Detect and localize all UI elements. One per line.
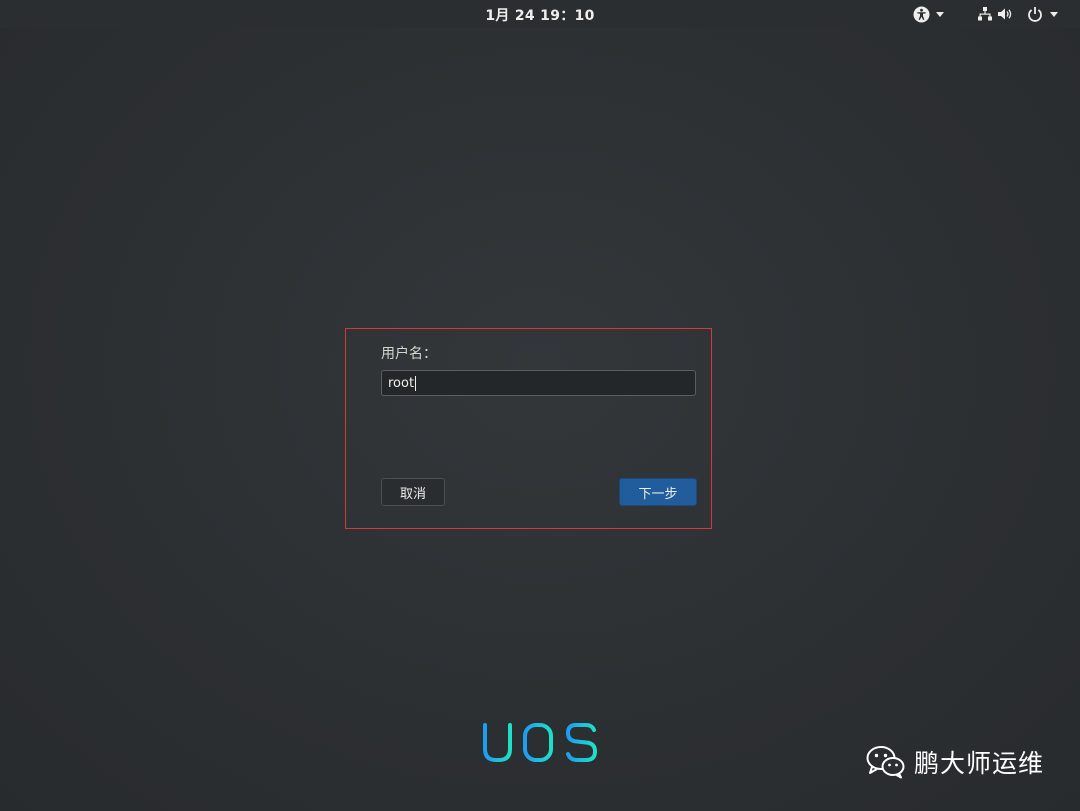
- login-screen: 1月 24 19：10 用户名： root 取消 下一步 鹏大师运维: [0, 0, 1080, 811]
- volume-icon: [996, 5, 1014, 23]
- username-input[interactable]: root: [381, 370, 696, 396]
- text-cursor: [415, 375, 417, 391]
- login-dialog: 用户名： root 取消 下一步: [345, 328, 712, 529]
- wechat-icon: [866, 746, 905, 779]
- power-icon: [1026, 5, 1044, 23]
- uos-logo: [483, 723, 598, 762]
- network-icon: [976, 5, 994, 23]
- username-label: 用户名：: [381, 346, 437, 362]
- username-value: root: [388, 375, 415, 391]
- next-button[interactable]: 下一步: [619, 478, 697, 506]
- top-panel: 1月 24 19：10: [0, 0, 1080, 28]
- watermark-text: 鹏大师运维: [914, 749, 1045, 778]
- cancel-button[interactable]: 取消: [381, 478, 445, 506]
- accessibility-icon: [912, 5, 930, 23]
- chevron-down-icon: [936, 11, 944, 17]
- system-menu[interactable]: [976, 4, 1058, 24]
- watermark: 鹏大师运维: [866, 744, 1044, 780]
- chevron-down-icon: [1050, 11, 1058, 17]
- accessibility-menu[interactable]: [912, 4, 944, 24]
